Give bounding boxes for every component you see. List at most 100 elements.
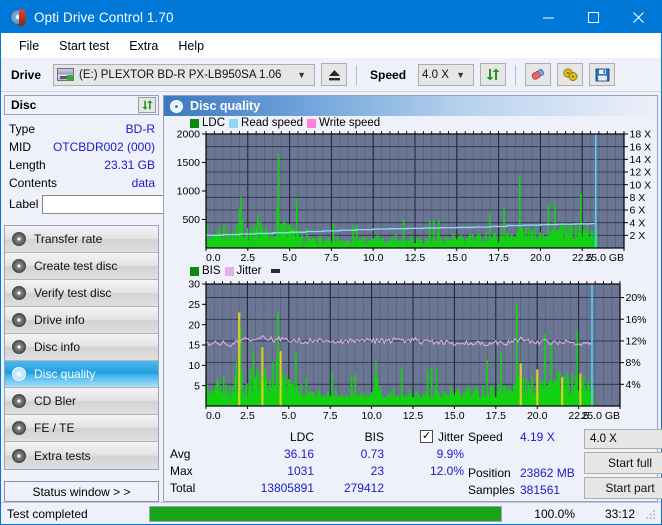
start-full-label: Start full [608,456,652,470]
close-icon[interactable] [616,1,661,33]
legend-jitter: Jitter [225,265,262,277]
legend-label-jitter: Jitter [237,265,262,277]
disc-info: Type BD-R MID OTCBDR002 (000) Length 23.… [4,118,159,218]
sidebar-item-label: Transfer rate [34,232,102,246]
sidebar-item-create-test-disc[interactable]: Create test disc [5,253,158,280]
menu-bar: File Start test Extra Help [1,33,661,58]
resize-grip-icon[interactable] [645,508,657,520]
sidebar-item-fe-te[interactable]: FE / TE [5,415,158,442]
sidebar-item-verify-test-disc[interactable]: Verify test disc [5,280,158,307]
svg-text:15.0: 15.0 [444,410,465,422]
sidebar-item-label: Disc info [34,340,80,354]
sidebar-item-extra-tests[interactable]: Extra tests [5,442,158,469]
stats-right: Speed 4.19 X Position 23862 MB Samples 3… [464,428,662,499]
stats-right-values: Speed 4.19 X Position 23862 MB Samples 3… [468,428,584,499]
disc-mid-value: OTCBDR002 (000) [53,140,155,154]
legend-swatch-ldc [190,119,199,128]
disc-icon [12,232,26,246]
sidebar-item-drive-info[interactable]: Drive info [5,307,158,334]
stats-total-bis: 279412 [314,481,384,495]
stats-position-label: Position [468,466,520,480]
legend-label-bis: BIS [202,265,221,277]
stats-header-row: LDC BIS ✓ Jitter [170,428,464,445]
save-button[interactable] [589,63,615,86]
ldc-chart: 5001000150020002 X4 X6 X8 X10 X12 X14 X1… [164,116,658,264]
svg-text:16 X: 16 X [630,141,652,153]
drive-icon [57,68,74,81]
sidebar-item-label: Create test disc [34,259,117,273]
maximize-icon[interactable] [571,1,616,33]
start-full-button[interactable]: Start full [584,452,662,474]
stats-samples-row: Samples 381561 [468,481,584,498]
stats-max-bis: 23 [314,464,384,478]
right-panel: Disc quality LDC Read speed Write speed … [163,95,658,502]
disc-icon [12,340,26,354]
svg-text:7.5: 7.5 [324,252,339,264]
minimize-icon[interactable] [526,1,571,33]
app-window: Opti Drive Control 1.70 File Start test … [0,0,662,525]
svg-text:8 X: 8 X [630,192,646,204]
window-controls [526,1,661,33]
bis-jitter-chart-legend: BIS Jitter [190,265,280,277]
speed-label: Speed [366,68,412,82]
speed-select[interactable]: 4.0 X ▼ [418,64,474,86]
disc-info-row-length: Length 23.31 GB [9,156,155,173]
ldc-chart-legend: LDC Read speed Write speed [190,117,380,129]
svg-text:20: 20 [188,319,200,331]
drive-select[interactable]: (E:) PLEXTOR BD-R PX-LB950SA 1.06 ▼ [53,64,315,86]
speed-select-value: 4.0 X [422,69,449,81]
erase-button[interactable] [525,63,551,86]
stats-total-ldc: 13805891 [228,481,314,495]
toolbar: Drive (E:) PLEXTOR BD-R PX-LB950SA 1.06 … [1,58,661,92]
progress-percent: 100.0% [505,507,583,521]
menu-file[interactable]: File [9,36,49,56]
disc-label-row: Label [9,193,155,215]
charts-area: LDC Read speed Write speed 5001000150020… [164,116,657,426]
stats-row-label-max: Max [170,464,228,478]
svg-text:5.0: 5.0 [281,410,296,422]
test-speed-value: 4.0 X [590,433,617,445]
jitter-checkbox-group[interactable]: ✓ Jitter [384,430,464,444]
settings-button[interactable] [557,63,583,86]
disc-icon [10,9,26,25]
svg-text:10 X: 10 X [630,179,652,191]
menu-help[interactable]: Help [168,36,214,56]
disc-icon [12,421,26,435]
legend-swatch-jitter [225,267,234,276]
sidebar-item-label: Extra tests [34,449,91,463]
disc-contents-value: data [132,176,155,190]
sidebar-item-disc-info[interactable]: Disc info [5,334,158,361]
jitter-checkbox[interactable]: ✓ [420,430,433,443]
svg-text:0.0: 0.0 [206,410,221,422]
start-part-label: Start part [605,481,654,495]
sidebar-item-label: Drive info [34,313,85,327]
start-part-button[interactable]: Start part [584,477,662,499]
disc-refresh-button[interactable] [138,97,156,113]
menu-extra[interactable]: Extra [119,36,168,56]
status-bar: Test completed 100.0% 33:12 [1,502,661,524]
svg-text:18 X: 18 X [630,129,652,141]
menu-start-test[interactable]: Start test [49,36,119,56]
sidebar-item-cd-bler[interactable]: CD Bler [5,388,158,415]
disc-mid-label: MID [9,140,31,154]
sidebar-item-disc-quality[interactable]: Disc quality [5,361,158,388]
disc-label-label: Label [9,197,38,211]
eject-button[interactable] [321,63,347,86]
test-speed-select[interactable]: 4.0 X ▼ [584,429,662,449]
toolbar-separator [356,65,357,85]
main-body: Disc Type BD-R MID OTCBDR002 (000) [1,92,661,502]
refresh-button[interactable] [480,63,506,86]
sidebar-item-transfer-rate[interactable]: Transfer rate [5,226,158,253]
disc-icon [12,449,26,463]
stats-max-ldc: 1031 [228,464,314,478]
legend-read-speed: Read speed [229,117,303,129]
svg-text:4%: 4% [626,379,641,391]
disc-contents-label: Contents [9,176,57,190]
status-window-button[interactable]: Status window > > [4,481,159,502]
stats-avg-jitter: 9.9% [384,447,464,461]
legend-marker-icon [271,269,280,273]
status-text: Test completed [3,507,149,521]
stats-table: LDC BIS ✓ Jitter Avg 36.16 0.73 9.9% [170,428,464,499]
svg-text:25.0 GB: 25.0 GB [581,410,620,422]
svg-text:12.5: 12.5 [405,252,426,264]
